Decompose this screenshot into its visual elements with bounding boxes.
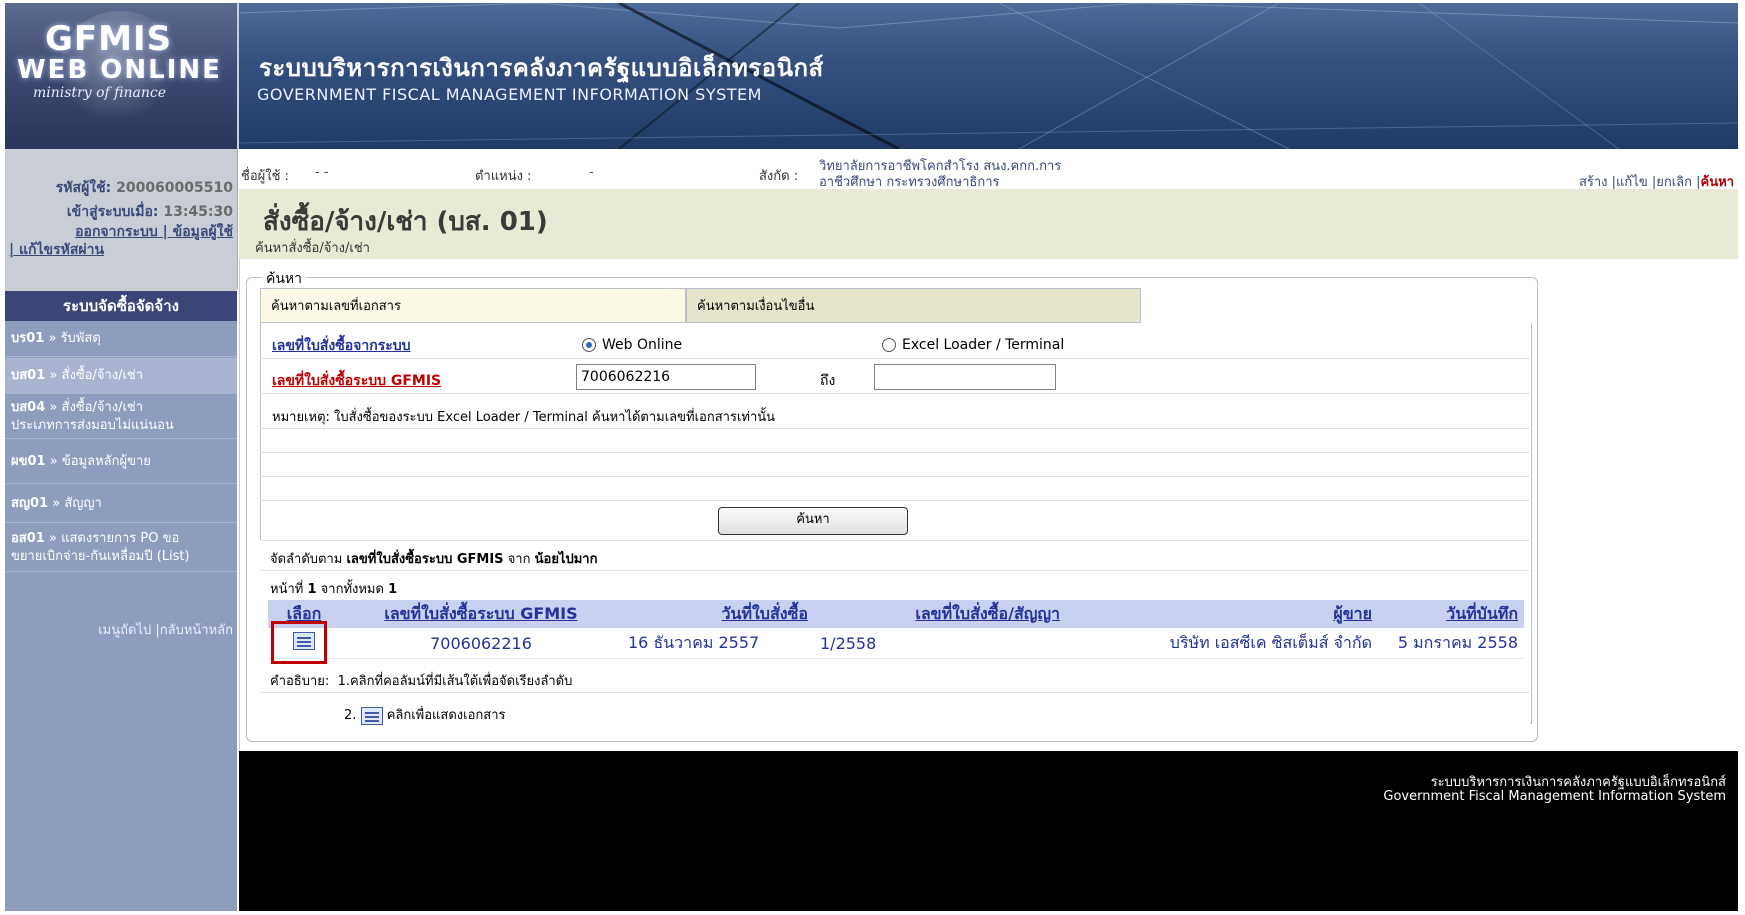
sidebar-item-br01[interactable]: บร01 » รับพัสดุ: [5, 321, 237, 357]
radio-excel-loader[interactable]: [882, 338, 896, 352]
logo-subtitle: WEB ONLINE: [17, 55, 222, 85]
search-legend: ค้นหา: [262, 268, 307, 290]
po-gfmis-cell: 7006062216: [340, 628, 622, 659]
search-note: หมายเหตุ: ใบสั่งซื้อของระบบ Excel Loader…: [272, 410, 776, 425]
sidebar-item-os01[interactable]: อส01 » แสดงรายการ PO ขอ ขยายเบิกจ่าย-กันเ…: [5, 524, 237, 572]
menu-heading: ระบบจัดซื้อจัดจ้าง: [5, 289, 237, 321]
position-label: ตำแหน่ง :: [475, 169, 532, 184]
action-create[interactable]: สร้าง: [1579, 175, 1608, 190]
col-po-contract[interactable]: เลขที่ใบสั่งซื้อ/สัญญา: [814, 600, 1066, 628]
document-icon-legend: [360, 706, 383, 725]
vendor-cell: บริษัท เอสซีเค ซิสเต็มส์ จำกัด: [1066, 628, 1378, 659]
user-info-link[interactable]: ข้อมูลผู้ใช้: [173, 224, 233, 240]
system-name-thai: ระบบบริหารการเงินการคลังภาครัฐแบบอิเล็กท…: [259, 54, 824, 82]
action-cancel[interactable]: ยกเลิก: [1656, 175, 1692, 190]
po-contract-cell: 1/2558: [814, 628, 1066, 659]
footer: ระบบบริหารการเงินการคลังภาครัฐแบบอิเล็กท…: [5, 751, 1738, 911]
page-info: หน้าที่ 1 จากทั้งหมด 1: [270, 582, 398, 597]
login-time-line: เข้าสู่ระบบเมื่อ: 13:45:30: [66, 204, 233, 220]
username-label: ชื่อผู้ใช้ :: [241, 169, 289, 184]
col-vendor[interactable]: ผู้ขาย: [1066, 600, 1378, 628]
page-subtitle: ค้นหาสั่งซื้อ/จ้าง/เช่า: [255, 241, 370, 256]
record-date-cell: 5 มกราคม 2558: [1378, 628, 1524, 659]
tab-search-by-other[interactable]: ค้นหาตามเงื่อนไขอื่น: [686, 288, 1141, 323]
logo-title: GFMIS: [45, 19, 173, 59]
search-button[interactable]: ค้นหา: [718, 507, 908, 535]
sort-info: จัดลำดับตาม เลขที่ใบสั่งซื้อระบบ GFMIS จ…: [270, 552, 598, 567]
change-password-link[interactable]: แก้ไขรหัสผ่าน: [19, 242, 104, 258]
action-edit[interactable]: แก้ไข: [1616, 175, 1648, 190]
user-info-panel: รหัสผู้ใช้: 200060005510 เข้าสู่ระบบเมื่…: [5, 149, 238, 289]
title-bar: สั่งซื้อ/จ้าง/เช่า (บส. 01) ค้นหาสั่งซื้…: [239, 189, 1738, 259]
sidebar: รหัสผู้ใช้: 200060005510 เข้าสู่ระบบเมื่…: [5, 149, 238, 754]
logo-tagline: ministry of finance: [33, 85, 167, 101]
department-label: สังกัด :: [759, 169, 799, 184]
gfmis-logo: GFMIS WEB ONLINE ministry of finance: [5, 3, 239, 149]
position-value: -: [589, 165, 594, 180]
sidebar-item-pk01[interactable]: ผข01 » ข้อมูลหลักผู้ขาย: [5, 440, 237, 484]
system-name-english: GOVERNMENT FISCAL MANAGEMENT INFORMATION…: [257, 85, 762, 104]
radio-web-online[interactable]: [582, 338, 596, 352]
sidebar-item-sy01[interactable]: สญ01 » สัญญา: [5, 485, 237, 523]
col-record-date[interactable]: วันที่บันทึก: [1378, 600, 1524, 628]
footer-system-english: Government Fiscal Management Information…: [1383, 789, 1726, 804]
table-row: 7006062216 16 ธันวาคม 2557 1/2558 บริษัท…: [268, 628, 1524, 659]
radio-excel-loader-label: Excel Loader / Terminal: [902, 337, 1065, 353]
selection-highlight: [271, 621, 327, 664]
username-value: - -: [315, 165, 329, 180]
user-id-line: รหัสผู้ใช้: 200060005510: [55, 180, 233, 196]
legend-line-2: 2. คลิกเพื่อแสดงเอกสาร: [344, 706, 506, 725]
po-date-cell: 16 ธันวาคม 2557: [622, 628, 814, 659]
col-po-date[interactable]: วันที่ใบสั่งซื้อ: [622, 600, 814, 628]
po-system-label[interactable]: เลขที่ใบสั่งซื้อจากระบบ: [272, 335, 411, 357]
header: GFMIS WEB ONLINE ministry of finance ระบ…: [5, 3, 1738, 149]
sidebar-item-bs01[interactable]: บส01 » สั่งซื้อ/จ้าง/เช่า: [5, 358, 237, 394]
po-to-input[interactable]: [874, 364, 1056, 390]
sidebar-item-bs04[interactable]: บส04 » สั่งซื้อ/จ้าง/เช่า ประเภทการส่งมอบ…: [5, 395, 237, 439]
logout-link[interactable]: ออกจากระบบ: [75, 224, 158, 240]
home-link[interactable]: กลับหน้าหลัก: [160, 623, 233, 638]
next-menu-link[interactable]: เมนูถัดไป: [98, 623, 151, 638]
to-label: ถึง: [820, 373, 836, 389]
tab-search-by-document[interactable]: ค้นหาตามเลขที่เอกสาร: [260, 288, 686, 323]
action-search[interactable]: ค้นหา: [1701, 175, 1734, 190]
po-from-input[interactable]: 7006062216: [576, 364, 756, 390]
results-table: เลือก เลขที่ใบสั่งซื้อระบบ GFMIS วันที่ใ…: [268, 600, 1524, 659]
radio-web-online-label: Web Online: [602, 337, 683, 353]
col-po-gfmis[interactable]: เลขที่ใบสั่งซื้อระบบ GFMIS: [340, 600, 622, 628]
page-title: สั่งซื้อ/จ้าง/เช่า (บส. 01): [263, 207, 548, 237]
table-header-row: เลือก เลขที่ใบสั่งซื้อระบบ GFMIS วันที่ใ…: [268, 600, 1524, 628]
sidebar-footer: เมนูถัดไป |กลับหน้าหลัก: [98, 623, 233, 638]
po-gfmis-label[interactable]: เลขที่ใบสั่งซื้อระบบ GFMIS: [272, 370, 441, 392]
legend-line-1: คำอธิบาย: 1.คลิกที่คอลัมน์ที่มีเส้นใต้เพ…: [270, 674, 573, 689]
header-banner: ระบบบริหารการเงินการคลังภาครัฐแบบอิเล็กท…: [239, 3, 1738, 149]
